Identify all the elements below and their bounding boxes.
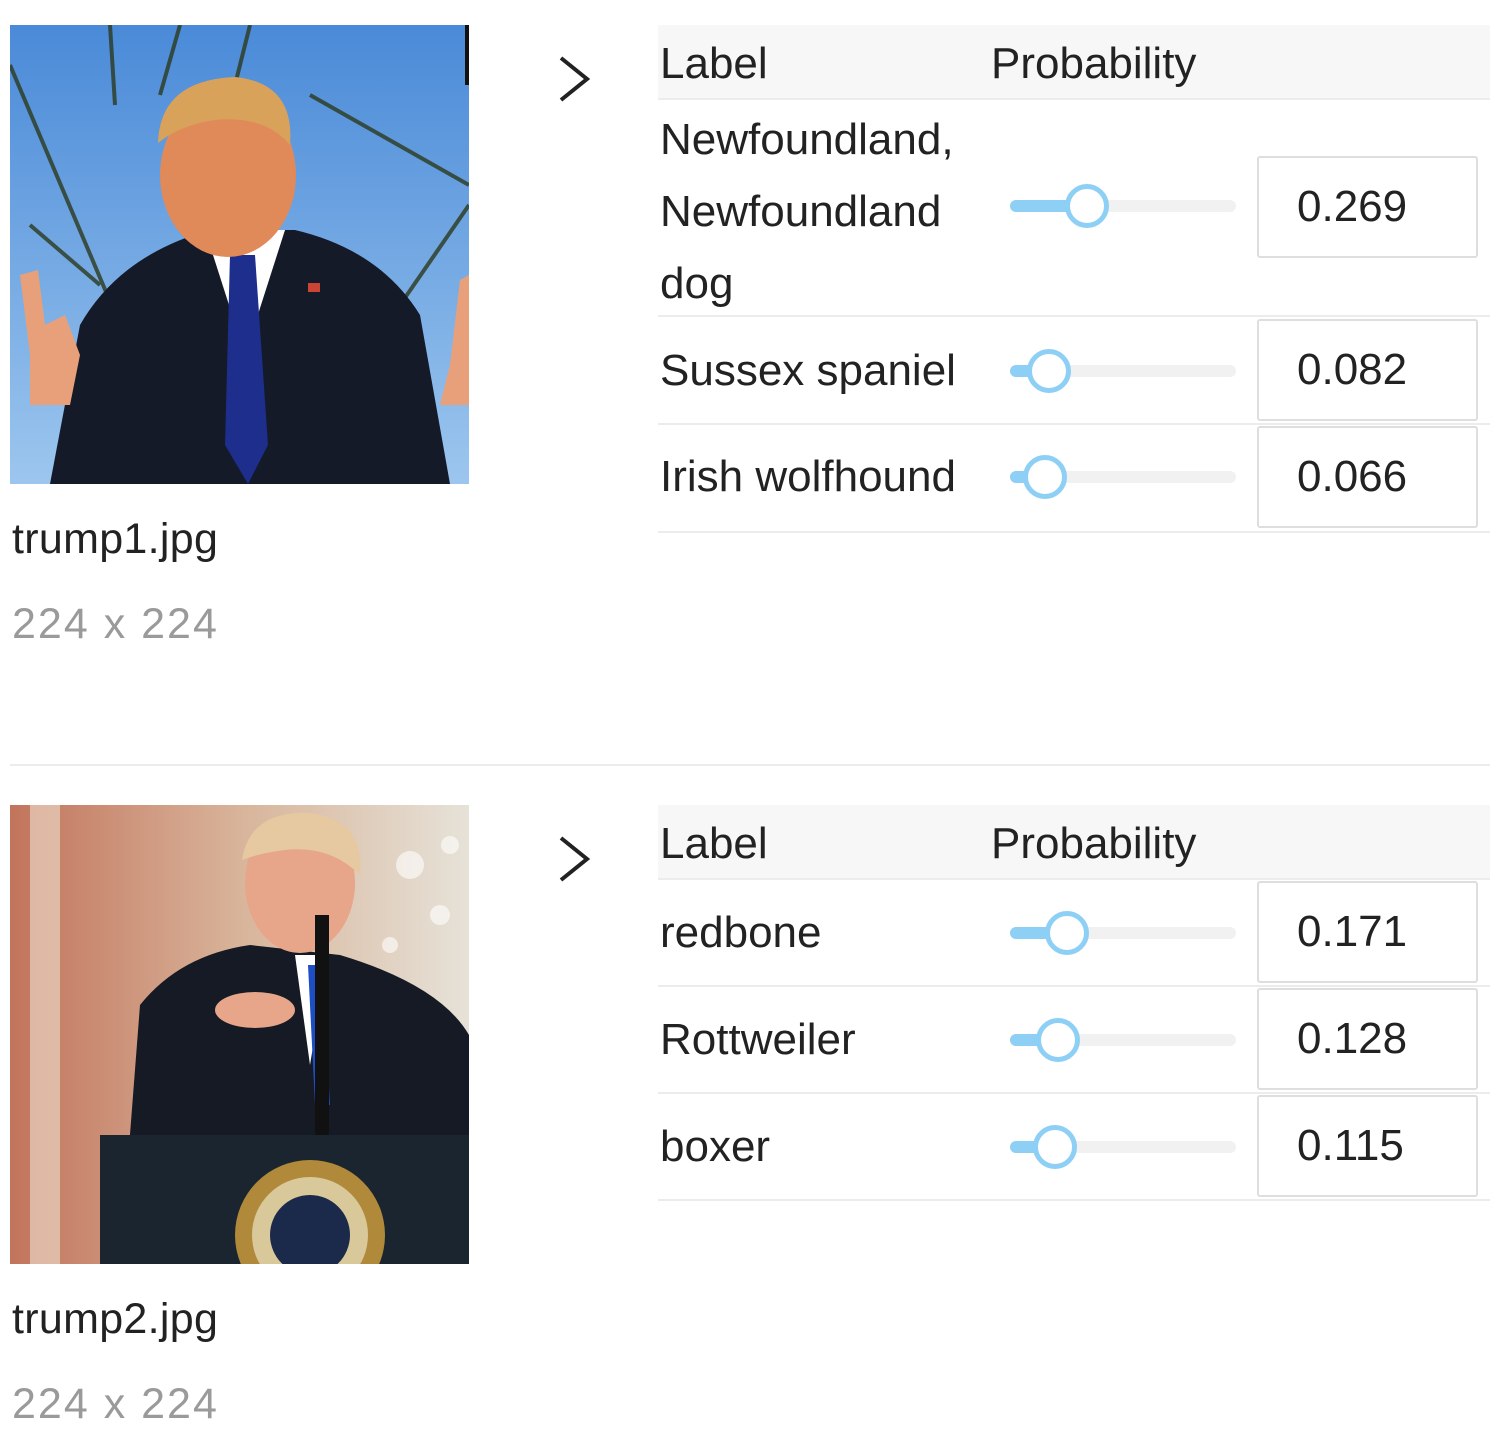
probability-value-field[interactable]: 0.171 (1257, 881, 1478, 983)
result-card: trump2.jpg 224 x 224 Label Probability r… (0, 780, 1490, 1440)
chevron-right-icon[interactable] (553, 832, 597, 886)
row-label: Rottweiler (660, 1015, 856, 1064)
row-label: Newfoundland, Newfoundland dog (660, 115, 954, 308)
prediction-table: Label Probability redbone 0.171 Rottweil… (658, 805, 1490, 1201)
image-dimensions: 224 x 224 (12, 600, 219, 648)
probability-value-field[interactable]: 0.128 (1257, 988, 1478, 1090)
probability-slider[interactable] (1010, 349, 1236, 393)
probability-value-field[interactable]: 0.269 (1257, 156, 1478, 258)
slider-handle[interactable] (1064, 184, 1109, 228)
result-card: trump1.jpg 224 x 224 Label Probability N… (0, 0, 1490, 760)
probability-slider[interactable] (1010, 455, 1236, 499)
probability-slider[interactable] (1010, 1018, 1236, 1062)
column-header-probability: Probability (991, 39, 1197, 88)
slider-handle[interactable] (1026, 349, 1071, 393)
row-label: redbone (660, 908, 822, 957)
probability-slider[interactable] (1010, 184, 1236, 228)
slider-handle[interactable] (1033, 1125, 1078, 1169)
table-row: Irish wolfhound 0.066 (658, 425, 1490, 533)
column-header-label: Label (660, 819, 768, 868)
column-header-label: Label (660, 39, 768, 88)
probability-slider[interactable] (1010, 1125, 1236, 1169)
column-header-probability: Probability (991, 819, 1197, 868)
table-header: Label Probability (658, 805, 1490, 880)
prediction-table: Label Probability Newfoundland, Newfound… (658, 25, 1490, 533)
table-row: Rottweiler 0.128 (658, 987, 1490, 1094)
image-dimensions: 224 x 224 (12, 1380, 219, 1428)
slider-handle[interactable] (1044, 911, 1089, 955)
image-thumbnail (10, 805, 469, 1264)
table-row: Sussex spaniel 0.082 (658, 317, 1490, 425)
row-label: Irish wolfhound (660, 452, 956, 501)
image-filename: trump1.jpg (12, 515, 219, 563)
result-divider (10, 764, 1490, 766)
row-label: boxer (660, 1122, 771, 1171)
slider-handle[interactable] (1023, 455, 1068, 499)
probability-value-field[interactable]: 0.082 (1257, 319, 1478, 421)
photo-man-at-podium (10, 805, 469, 1264)
probability-value-field[interactable]: 0.115 (1257, 1095, 1478, 1197)
table-row: redbone 0.171 (658, 880, 1490, 987)
photo-man-gesturing (10, 25, 469, 484)
row-label: Sussex spaniel (660, 346, 956, 395)
probability-slider[interactable] (1010, 911, 1236, 955)
table-row: Newfoundland, Newfoundland dog 0.269 (658, 100, 1490, 317)
image-thumbnail (10, 25, 469, 484)
chevron-right-icon[interactable] (553, 52, 597, 106)
table-row: boxer 0.115 (658, 1094, 1490, 1201)
slider-handle[interactable] (1036, 1018, 1081, 1062)
image-filename: trump2.jpg (12, 1295, 219, 1343)
table-header: Label Probability (658, 25, 1490, 100)
probability-value-field[interactable]: 0.066 (1257, 426, 1478, 528)
